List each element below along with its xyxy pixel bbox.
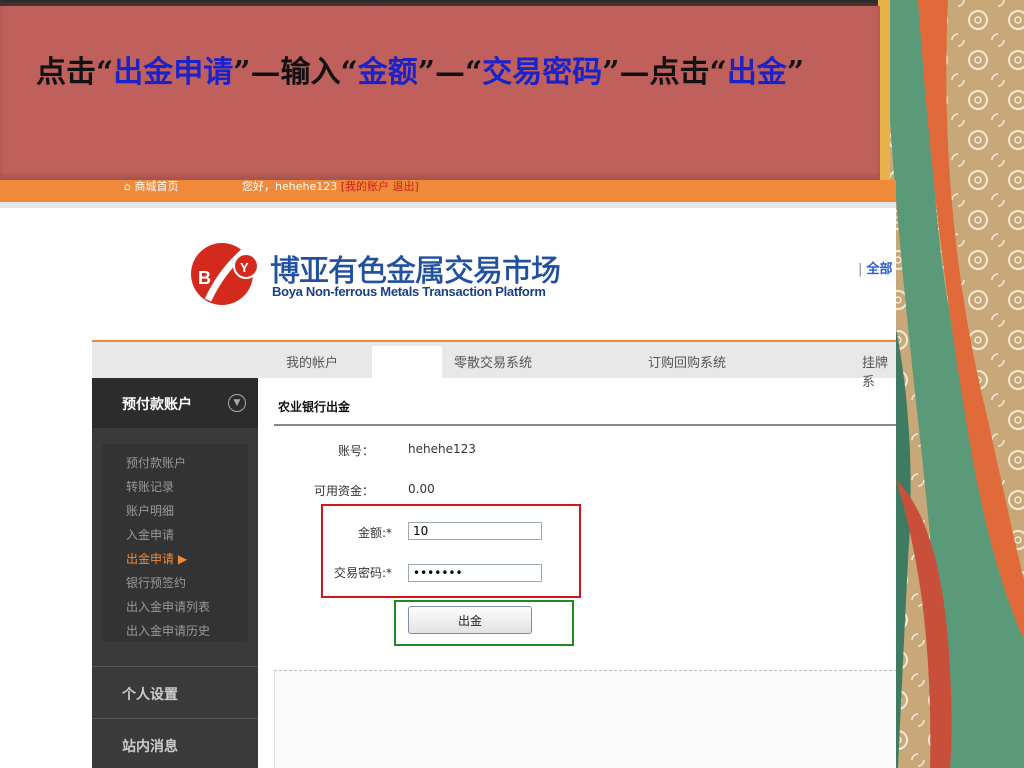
instruction-highlight: 金额 — [357, 55, 418, 90]
home-link-label: 商城首页 — [134, 180, 179, 193]
instruction-part: ”—“ — [417, 55, 483, 90]
sidebar-section-messages[interactable]: 站内消息 — [122, 736, 178, 756]
account-label: 账号： — [337, 444, 374, 458]
withdraw-button[interactable]: 出金 — [408, 606, 532, 634]
sidebar-header-label: 预付款账户 — [122, 397, 192, 413]
logo-subtitle: Boya Non-ferrous Metals Transaction Plat… — [272, 284, 546, 299]
title-divider — [274, 424, 896, 426]
sidebar-item-presign[interactable]: 银行预签约 — [126, 574, 186, 591]
sidebar-menu: 预付款账户 转账记录 账户明细 入金申请 出金申请 ▶ 银行预签约 出入金申请列… — [102, 444, 248, 642]
page-title: 农业银行出金 — [278, 400, 351, 414]
user-greeting: 您好，hehehe123 [我的账户 退出] — [242, 180, 419, 194]
instruction-part: 点击“ — [36, 55, 114, 90]
separator: | — [858, 262, 863, 277]
instruction-highlight: 交易密码 — [482, 55, 603, 90]
greeting-text: 您好，hehehe123 — [242, 180, 338, 193]
sidebar-item-details[interactable]: 账户明细 — [126, 502, 174, 519]
account-links[interactable]: [我的账户 退出] — [341, 180, 419, 193]
account-value: hehehe123 — [408, 442, 476, 456]
sidebar-section-personal[interactable]: 个人设置 — [122, 684, 178, 704]
sidebar-item-prepaid[interactable]: 预付款账户 — [126, 454, 186, 471]
sidebar-item-transfers[interactable]: 转账记录 — [126, 478, 174, 495]
nav-order-buyback[interactable]: 订购回购系统 — [648, 352, 726, 371]
sidebar-header[interactable]: 预付款账户 ▼ — [92, 378, 258, 428]
instruction-banner: 点击“出金申请”—输入“金额”—“交易密码”—点击“出金” — [0, 6, 880, 180]
header-strip — [0, 202, 896, 208]
top-nav-bar: ⌂ 商城首页 您好，hehehe123 [我的账户 退出] — [0, 180, 896, 202]
instruction-part: ” — [786, 55, 805, 90]
sidebar-item-deposit[interactable]: 入金申请 — [126, 526, 174, 543]
instruction-highlight: 出金 — [726, 55, 787, 90]
chevron-down-icon[interactable]: ▼ — [228, 394, 246, 412]
main-nav: 我的帐户 零散交易系统 订购回购系统 挂牌系 — [92, 340, 896, 390]
instruction-highlight: 出金申请 — [113, 55, 234, 90]
sidebar: 预付款账户 ▼ 预付款账户 转账记录 账户明细 入金申请 出金申请 ▶ 银行预签… — [92, 378, 258, 768]
instruction-part: ”—输入“ — [233, 55, 358, 90]
sidebar-divider — [92, 666, 258, 667]
slide-decoration — [878, 0, 1024, 768]
highlight-box-red — [321, 504, 581, 598]
home-link[interactable]: ⌂ 商城首页 — [124, 180, 178, 194]
sidebar-item-request-list[interactable]: 出入金申请列表 — [126, 598, 210, 615]
top-right-link[interactable]: | 全部 — [858, 258, 893, 277]
logo-mark-b: B — [198, 268, 211, 288]
sidebar-divider — [92, 718, 258, 719]
logo-mark-y: Y — [240, 260, 249, 275]
home-icon: ⌂ — [124, 180, 131, 193]
logo-icon: B Y — [191, 243, 258, 305]
instruction-text: 点击“出金申请”—输入“金额”—“交易密码”—点击“出金” — [36, 52, 856, 94]
web-screenshot: ⌂ 商城首页 您好，hehehe123 [我的账户 退出] B Y 博亚有色金属… — [0, 180, 896, 768]
funds-value: 0.00 — [408, 482, 435, 496]
sidebar-item-withdraw[interactable]: 出金申请 ▶ — [126, 550, 187, 567]
top-right-label: 全部 — [866, 262, 893, 277]
instruction-part: ”—点击“ — [602, 55, 727, 90]
sidebar-item-request-history[interactable]: 出入金申请历史 — [126, 622, 210, 639]
nav-retail-trading[interactable]: 零散交易系统 — [454, 352, 532, 371]
funds-label: 可用资金： — [313, 484, 374, 498]
nav-my-account[interactable]: 我的帐户 — [286, 352, 338, 371]
content-panel — [274, 670, 896, 768]
nav-active-bg — [372, 346, 442, 378]
nav-listing[interactable]: 挂牌系 — [862, 352, 896, 390]
